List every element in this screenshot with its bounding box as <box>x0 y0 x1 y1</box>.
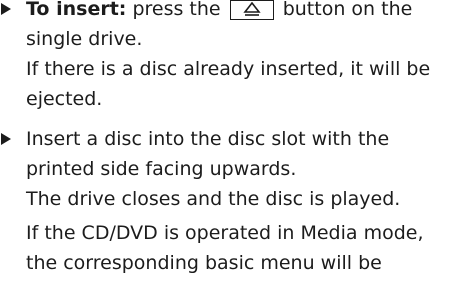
step-note: ejected. <box>26 88 103 110</box>
step-line: Insert a disc into the disc slot with th… <box>26 128 390 150</box>
step-note: If there is a disc already inserted, it … <box>26 58 431 80</box>
step-heading: To insert: <box>26 0 127 20</box>
step-line: printed side facing upwards. <box>26 158 297 180</box>
instruction-step-insert: To insert: press the button on the singl… <box>0 0 467 114</box>
step-result: The drive closes and the disc is played. <box>26 188 401 210</box>
step-note: If the CD/DVD is operated in Media mode, <box>26 222 424 244</box>
manual-page: To insert: press the button on the singl… <box>0 0 467 278</box>
eject-icon <box>243 2 261 16</box>
eject-button-icon <box>229 0 274 20</box>
step-line: To insert: press the button on the <box>26 0 467 24</box>
bullet-arrow-icon <box>1 133 11 145</box>
step-line: single drive. <box>26 28 143 50</box>
step-text: button on the <box>282 0 413 20</box>
step-note: the corresponding basic menu will be <box>26 252 382 274</box>
bullet-arrow-icon <box>1 3 11 15</box>
instruction-step-disc: Insert a disc into the disc slot with th… <box>0 124 467 278</box>
step-text: press the <box>132 0 221 20</box>
